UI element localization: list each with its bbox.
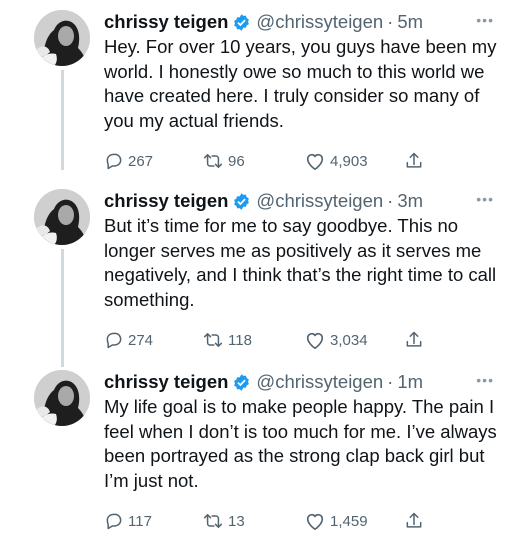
retweet-icon <box>203 333 223 347</box>
heart-icon <box>306 513 324 530</box>
verified-badge-icon <box>234 373 250 391</box>
more-icon[interactable]: ••• <box>476 372 494 388</box>
separator: · <box>387 11 394 32</box>
tweet-header: chrissy teigen @chrissyteigen · 1m <box>104 370 514 394</box>
avatar[interactable] <box>34 370 90 426</box>
reply-icon <box>106 153 122 170</box>
reply-button[interactable]: 117 <box>104 509 152 533</box>
separator: · <box>387 190 394 211</box>
like-count: 4,903 <box>330 152 368 170</box>
heart-icon <box>306 332 324 349</box>
retweet-count: 118 <box>228 331 252 349</box>
tweet-header: chrissy teigen @chrissyteigen · 3m <box>104 189 514 213</box>
tweet-actions: 117 13 1,459 <box>104 509 514 533</box>
verified-badge-icon <box>234 13 250 31</box>
like-button[interactable]: 3,034 <box>304 328 368 352</box>
timestamp[interactable]: 3m <box>397 189 423 213</box>
verified-badge-icon <box>234 192 250 210</box>
author-handle[interactable]: @chrissyteigen <box>256 189 383 213</box>
heart-icon <box>306 153 324 170</box>
share-button[interactable] <box>404 509 428 533</box>
thread-line <box>61 70 64 170</box>
separator: · <box>387 371 394 392</box>
like-button[interactable]: 4,903 <box>304 149 368 173</box>
reply-button[interactable]: 274 <box>104 328 153 352</box>
retweet-icon <box>203 154 223 168</box>
more-icon[interactable]: ••• <box>476 191 494 207</box>
author-handle[interactable]: @chrissyteigen <box>256 370 383 394</box>
share-icon <box>406 152 422 168</box>
tweet-text: Hey. For over 10 years, you guys have be… <box>104 36 497 131</box>
tweet-text: But it’s time for me to say goodbye. Thi… <box>104 215 497 310</box>
retweet-button[interactable]: 96 <box>202 149 245 173</box>
retweet-count: 13 <box>228 512 245 530</box>
reply-button[interactable]: 267 <box>104 149 153 173</box>
author-name[interactable]: chrissy teigen <box>104 189 228 213</box>
share-icon <box>406 331 422 347</box>
reply-icon <box>106 332 122 349</box>
share-button[interactable] <box>404 149 428 173</box>
tweet-thread: chrissy teigen @chrissyteigen · 5m ••• H… <box>0 0 530 537</box>
retweet-count: 96 <box>228 152 245 170</box>
avatar[interactable] <box>34 10 90 66</box>
tweet-actions: 267 96 4,903 <box>104 149 514 173</box>
share-icon <box>406 512 422 528</box>
tweet-header: chrissy teigen @chrissyteigen · 5m <box>104 10 514 34</box>
tweet-text: My life goal is to make people happy. Th… <box>104 396 497 491</box>
reply-count: 267 <box>128 152 154 170</box>
reply-count: 117 <box>128 512 152 530</box>
timestamp[interactable]: 5m <box>397 10 423 34</box>
retweet-button[interactable]: 118 <box>202 328 252 352</box>
retweet-icon <box>203 514 223 528</box>
share-button[interactable] <box>404 328 428 352</box>
like-count: 1,459 <box>330 512 368 530</box>
author-handle[interactable]: @chrissyteigen <box>256 10 383 34</box>
like-count: 3,034 <box>330 331 368 349</box>
like-button[interactable]: 1,459 <box>304 509 368 533</box>
tweet-actions: 274 118 3,034 <box>104 328 514 352</box>
avatar[interactable] <box>34 189 90 245</box>
more-icon[interactable]: ••• <box>476 12 494 28</box>
thread-line <box>61 249 64 367</box>
reply-count: 274 <box>128 331 154 349</box>
reply-icon <box>106 513 122 530</box>
author-name[interactable]: chrissy teigen <box>104 10 228 34</box>
author-name[interactable]: chrissy teigen <box>104 370 228 394</box>
retweet-button[interactable]: 13 <box>202 509 245 533</box>
timestamp[interactable]: 1m <box>397 370 423 394</box>
